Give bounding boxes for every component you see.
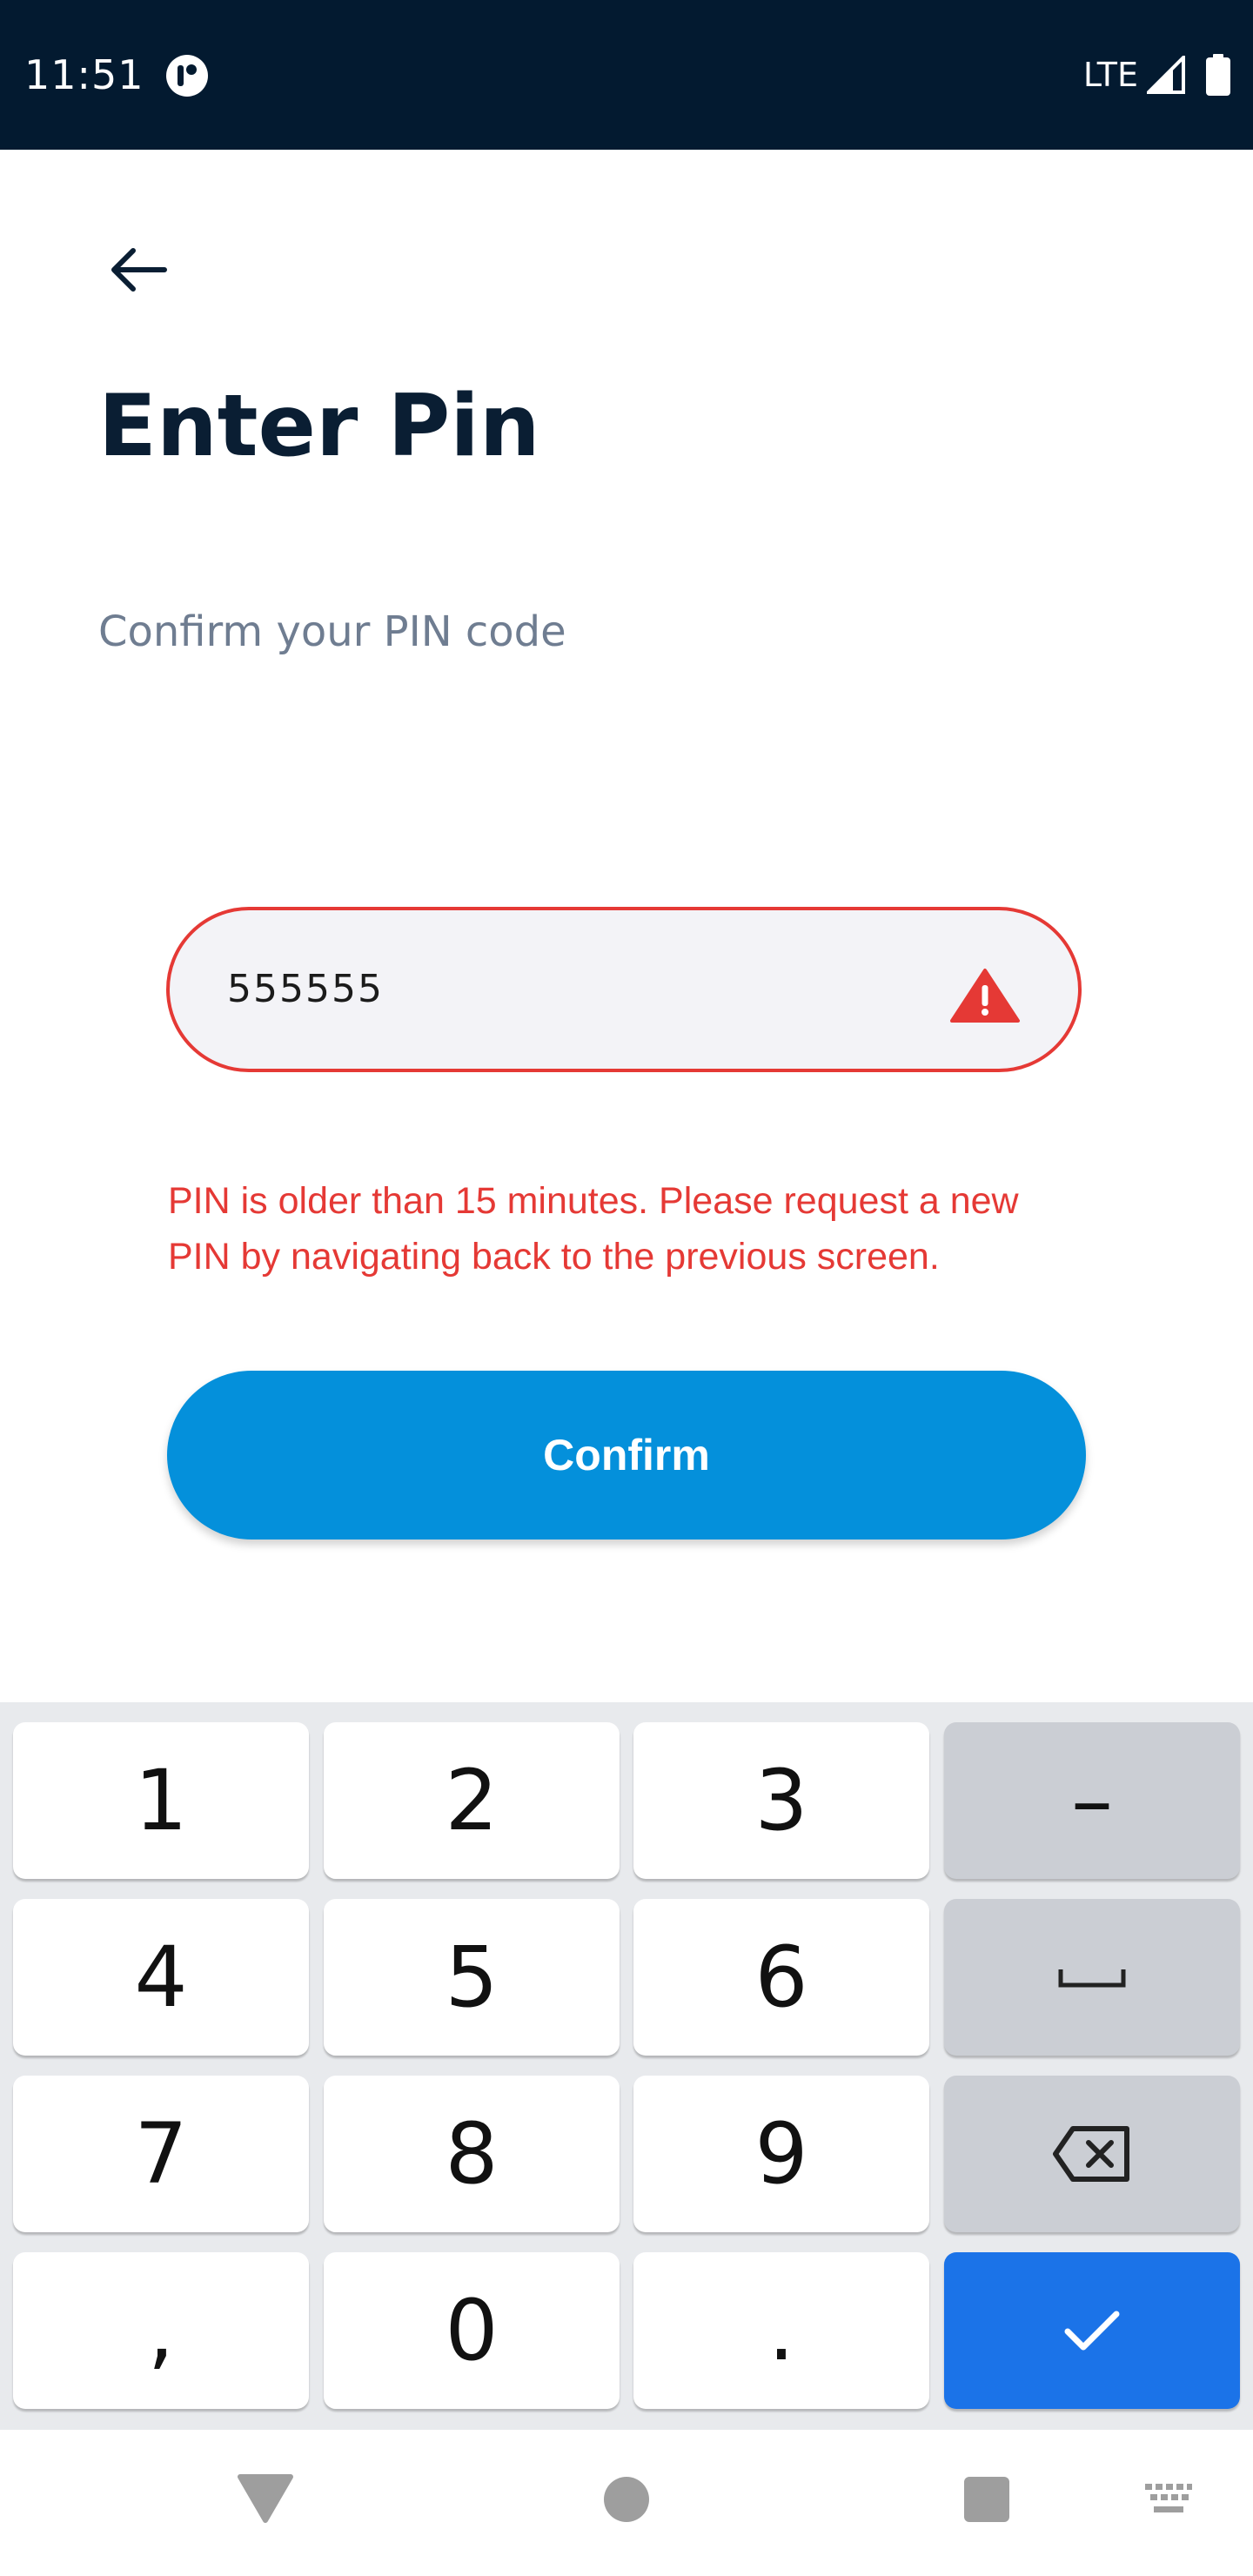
key-4[interactable]: 4 xyxy=(13,1899,309,2056)
back-button[interactable] xyxy=(96,228,179,312)
key-minus[interactable]: – xyxy=(944,1722,1240,1879)
navigation-bar xyxy=(0,2430,1253,2576)
key-period[interactable]: . xyxy=(633,2252,929,2409)
nav-recents-icon[interactable] xyxy=(964,2477,1009,2522)
network-type: LTE xyxy=(1082,56,1138,94)
checkmark-icon xyxy=(1064,2311,1120,2351)
numeric-keyboard: 1 2 3 – 4 5 6 7 8 9 , 0 . xyxy=(0,1702,1253,2430)
signal-icon xyxy=(1147,56,1185,94)
page-subtitle: Confirm your PIN code xyxy=(98,607,566,656)
nav-back-icon[interactable] xyxy=(237,2472,294,2524)
app-notification-icon xyxy=(166,55,208,97)
key-8[interactable]: 8 xyxy=(324,2076,620,2232)
pin-input-value: 555555 xyxy=(227,967,384,1011)
confirm-button[interactable]: Confirm xyxy=(167,1371,1086,1540)
status-time: 11:51 xyxy=(24,51,144,98)
battery-icon xyxy=(1206,54,1230,96)
key-2[interactable]: 2 xyxy=(324,1722,620,1879)
key-comma[interactable]: , xyxy=(13,2252,309,2409)
page-title: Enter Pin xyxy=(98,377,540,476)
status-indicators: LTE xyxy=(1083,50,1230,99)
space-bar-icon xyxy=(1058,1969,1126,1988)
keyboard-switch-icon[interactable] xyxy=(1143,2482,1194,2517)
key-7[interactable]: 7 xyxy=(13,2076,309,2232)
key-3[interactable]: 3 xyxy=(633,1722,929,1879)
key-9[interactable]: 9 xyxy=(633,2076,929,2232)
arrow-left-icon xyxy=(111,248,167,292)
key-backspace[interactable] xyxy=(944,2076,1240,2232)
key-enter[interactable] xyxy=(944,2252,1240,2409)
warning-icon xyxy=(950,969,1020,1023)
key-space[interactable] xyxy=(944,1899,1240,2056)
key-6[interactable]: 6 xyxy=(633,1899,929,2056)
key-5[interactable]: 5 xyxy=(324,1899,620,2056)
backspace-icon xyxy=(1053,2126,1129,2182)
key-0[interactable]: 0 xyxy=(324,2252,620,2409)
pin-input[interactable]: 555555 xyxy=(166,907,1082,1072)
key-1[interactable]: 1 xyxy=(13,1722,309,1879)
error-message: PIN is older than 15 minutes. Please req… xyxy=(168,1180,1019,1278)
status-bar: 11:51 LTE xyxy=(0,0,1253,150)
nav-home-icon[interactable] xyxy=(604,2477,649,2522)
